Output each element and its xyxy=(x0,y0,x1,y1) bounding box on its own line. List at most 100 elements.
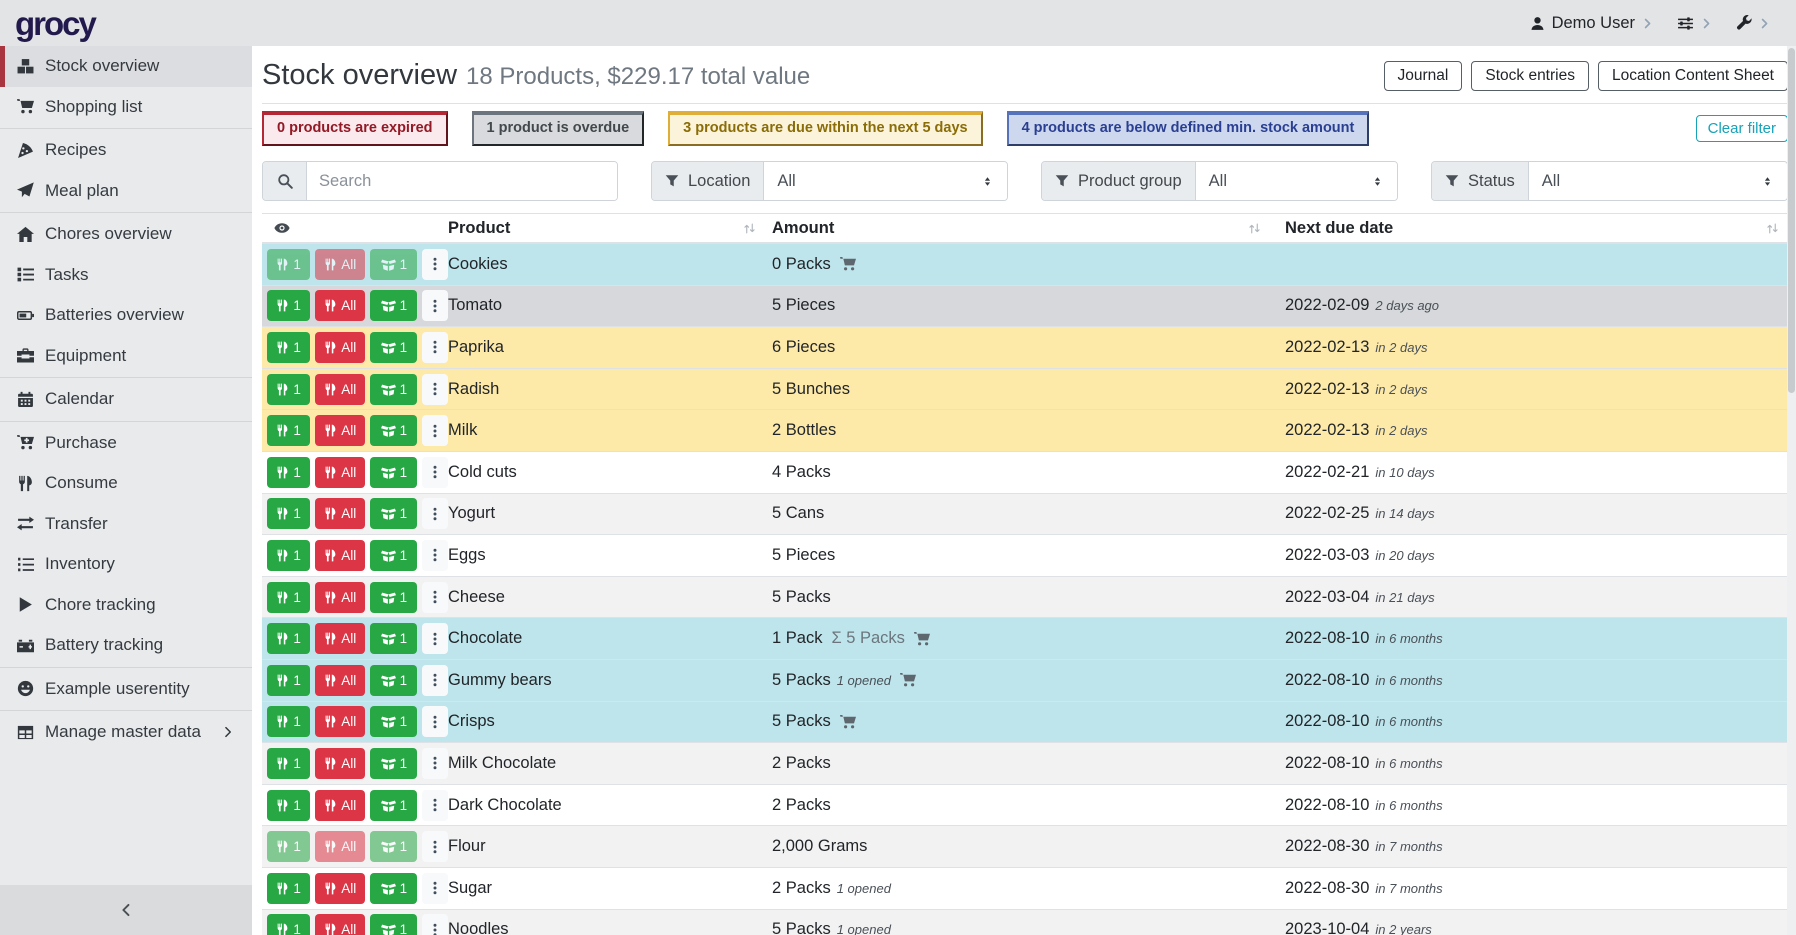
open-one-button[interactable]: 1 xyxy=(370,790,417,821)
sidebar-item-shopping-list[interactable]: Shopping list xyxy=(0,87,252,128)
visibility-column-header[interactable] xyxy=(262,214,448,242)
journal-button[interactable]: Journal xyxy=(1384,61,1463,91)
consume-one-button[interactable]: 1 xyxy=(267,249,310,280)
consume-all-button[interactable]: All xyxy=(315,873,365,904)
stock-entries-button[interactable]: Stock entries xyxy=(1471,61,1589,91)
row-menu-button[interactable] xyxy=(422,623,448,654)
row-menu-button[interactable] xyxy=(422,249,448,280)
consume-one-button[interactable]: 1 xyxy=(267,374,310,405)
consume-all-button[interactable]: All xyxy=(315,415,365,446)
open-one-button[interactable]: 1 xyxy=(370,914,417,935)
consume-one-button[interactable]: 1 xyxy=(267,290,310,321)
consume-all-button[interactable]: All xyxy=(315,457,365,488)
consume-one-button[interactable]: 1 xyxy=(267,457,310,488)
open-one-button[interactable]: 1 xyxy=(370,374,417,405)
sidebar-item-battery-tracking[interactable]: Battery tracking xyxy=(0,625,252,666)
sidebar-item-chore-tracking[interactable]: Chore tracking xyxy=(0,585,252,626)
row-menu-button[interactable] xyxy=(422,790,448,821)
sidebar-item-stock-overview[interactable]: Stock overview xyxy=(0,46,252,87)
consume-one-button[interactable]: 1 xyxy=(267,332,310,363)
consume-all-button[interactable]: All xyxy=(315,582,365,613)
shopping-cart-icon[interactable] xyxy=(900,672,916,688)
consume-all-button[interactable]: All xyxy=(315,332,365,363)
row-menu-button[interactable] xyxy=(422,415,448,446)
shopping-cart-icon[interactable] xyxy=(840,714,856,730)
status-chip-overdue[interactable]: 1 product is overdue xyxy=(472,111,645,146)
sidebar-item-chores-overview[interactable]: Chores overview xyxy=(0,214,252,255)
open-one-button[interactable]: 1 xyxy=(370,706,417,737)
consume-one-button[interactable]: 1 xyxy=(267,540,310,571)
consume-all-button[interactable]: All xyxy=(315,374,365,405)
open-one-button[interactable]: 1 xyxy=(370,665,417,696)
sidebar-item-example-userentity[interactable]: Example userentity xyxy=(0,669,252,710)
consume-all-button[interactable]: All xyxy=(315,249,365,280)
consume-one-button[interactable]: 1 xyxy=(267,665,310,696)
consume-one-button[interactable]: 1 xyxy=(267,582,310,613)
row-menu-button[interactable] xyxy=(422,374,448,405)
status-chip-due-soon[interactable]: 3 products are due within the next 5 day… xyxy=(668,111,982,146)
status-chip-below-min[interactable]: 4 products are below defined min. stock … xyxy=(1007,111,1370,146)
row-menu-button[interactable] xyxy=(422,665,448,696)
open-one-button[interactable]: 1 xyxy=(370,249,417,280)
open-one-button[interactable]: 1 xyxy=(370,498,417,529)
shopping-cart-icon[interactable] xyxy=(840,256,856,272)
open-one-button[interactable]: 1 xyxy=(370,748,417,779)
row-menu-button[interactable] xyxy=(422,582,448,613)
open-one-button[interactable]: 1 xyxy=(370,332,417,363)
sidebar-item-calendar[interactable]: Calendar xyxy=(0,379,252,420)
sidebar-item-recipes[interactable]: Recipes xyxy=(0,130,252,171)
product-column-header[interactable]: Product xyxy=(448,214,765,242)
sidebar-item-consume[interactable]: Consume xyxy=(0,463,252,504)
consume-all-button[interactable]: All xyxy=(315,790,365,821)
consume-all-button[interactable]: All xyxy=(315,623,365,654)
settings-menu[interactable] xyxy=(1677,15,1712,32)
scrollbar-thumb[interactable] xyxy=(1788,48,1795,393)
sidebar-item-transfer[interactable]: Transfer xyxy=(0,504,252,545)
sidebar-item-inventory[interactable]: Inventory xyxy=(0,544,252,585)
sidebar-item-tasks[interactable]: Tasks xyxy=(0,255,252,296)
open-one-button[interactable]: 1 xyxy=(370,415,417,446)
user-menu[interactable]: Demo User xyxy=(1530,14,1653,33)
sidebar-item-manage-master-data[interactable]: Manage master data xyxy=(0,712,252,753)
open-one-button[interactable]: 1 xyxy=(370,457,417,488)
open-one-button[interactable]: 1 xyxy=(370,831,417,862)
consume-one-button[interactable]: 1 xyxy=(267,873,310,904)
consume-one-button[interactable]: 1 xyxy=(267,415,310,446)
row-menu-button[interactable] xyxy=(422,748,448,779)
location-content-sheet-button[interactable]: Location Content Sheet xyxy=(1598,61,1788,91)
admin-menu[interactable] xyxy=(1736,15,1770,31)
consume-all-button[interactable]: All xyxy=(315,498,365,529)
sidebar-item-meal-plan[interactable]: Meal plan xyxy=(0,171,252,212)
open-one-button[interactable]: 1 xyxy=(370,290,417,321)
row-menu-button[interactable] xyxy=(422,498,448,529)
consume-one-button[interactable]: 1 xyxy=(267,706,310,737)
open-one-button[interactable]: 1 xyxy=(370,540,417,571)
consume-all-button[interactable]: All xyxy=(315,706,365,737)
row-menu-button[interactable] xyxy=(422,332,448,363)
consume-all-button[interactable]: All xyxy=(315,831,365,862)
consume-all-button[interactable]: All xyxy=(315,665,365,696)
sidebar-collapse-button[interactable] xyxy=(0,885,252,935)
search-input[interactable] xyxy=(307,162,617,200)
consume-one-button[interactable]: 1 xyxy=(267,790,310,821)
open-one-button[interactable]: 1 xyxy=(370,873,417,904)
vertical-scrollbar[interactable] xyxy=(1787,46,1796,935)
filter-select-status[interactable]: All xyxy=(1529,162,1787,200)
row-menu-button[interactable] xyxy=(422,873,448,904)
consume-all-button[interactable]: All xyxy=(315,748,365,779)
filter-select-product-group[interactable]: All xyxy=(1196,162,1397,200)
row-menu-button[interactable] xyxy=(422,914,448,935)
consume-all-button[interactable]: All xyxy=(315,540,365,571)
clear-filter-button[interactable]: Clear filter xyxy=(1696,115,1788,142)
status-chip-expired[interactable]: 0 products are expired xyxy=(262,111,448,146)
amount-column-header[interactable]: Amount xyxy=(765,214,1270,242)
sidebar-item-equipment[interactable]: Equipment xyxy=(0,336,252,377)
consume-one-button[interactable]: 1 xyxy=(267,914,310,935)
shopping-cart-icon[interactable] xyxy=(914,631,930,647)
consume-all-button[interactable]: All xyxy=(315,914,365,935)
open-one-button[interactable]: 1 xyxy=(370,623,417,654)
row-menu-button[interactable] xyxy=(422,290,448,321)
sidebar-item-purchase[interactable]: Purchase xyxy=(0,423,252,464)
consume-one-button[interactable]: 1 xyxy=(267,498,310,529)
filter-select-location[interactable]: All xyxy=(764,162,1007,200)
